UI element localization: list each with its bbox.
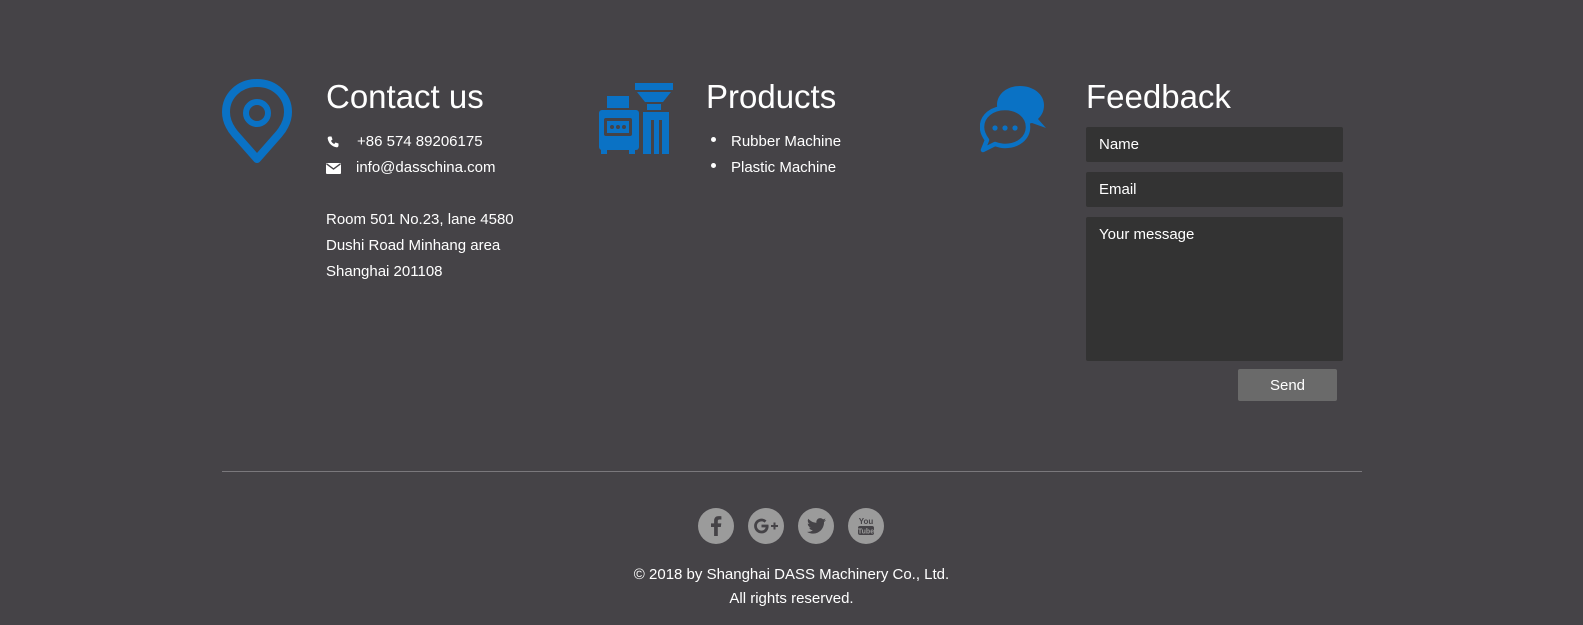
chat-bubbles-icon xyxy=(980,86,1046,153)
machinery-icon xyxy=(599,83,673,154)
bullet xyxy=(711,137,716,142)
youtube-icon: You Tube xyxy=(858,517,874,536)
footer-divider xyxy=(222,471,1362,472)
phone-icon xyxy=(327,136,339,148)
email-field[interactable] xyxy=(1086,172,1343,207)
youtube-link[interactable]: You Tube xyxy=(848,508,884,544)
contact-phone[interactable]: +86 574 89206175 xyxy=(357,134,483,149)
address-line-1: Room 501 No.23, lane 4580 xyxy=(326,211,514,228)
address-line-2: Dushi Road Minhang area xyxy=(326,237,501,254)
product-item-plastic-machine[interactable]: Plastic Machine xyxy=(731,160,836,175)
facebook-link[interactable] xyxy=(698,508,734,544)
google-plus-icon xyxy=(754,518,778,534)
product-item-rubber-machine[interactable]: Rubber Machine xyxy=(731,134,841,149)
address-line-3: Shanghai 201108 xyxy=(326,263,443,280)
send-button[interactable]: Send xyxy=(1238,369,1337,401)
contact-title: Contact us xyxy=(326,78,484,115)
products-title: Products xyxy=(706,78,837,115)
svg-text:Tube: Tube xyxy=(858,529,874,536)
svg-text:You: You xyxy=(859,517,874,526)
twitter-icon xyxy=(806,518,826,534)
rights-text: All rights reserved. xyxy=(729,590,854,607)
bullet xyxy=(711,163,716,168)
google-plus-link[interactable] xyxy=(748,508,784,544)
facebook-icon xyxy=(711,516,722,536)
copyright-text: © 2018 by Shanghai DASS Machinery Co., L… xyxy=(633,566,950,583)
feedback-title: Feedback xyxy=(1086,78,1231,115)
envelope-icon xyxy=(326,163,341,174)
twitter-link[interactable] xyxy=(798,508,834,544)
message-field[interactable] xyxy=(1086,217,1343,361)
location-pin-icon xyxy=(222,79,292,163)
contact-email[interactable]: info@dasschina.com xyxy=(356,160,495,175)
name-field[interactable] xyxy=(1086,127,1343,162)
